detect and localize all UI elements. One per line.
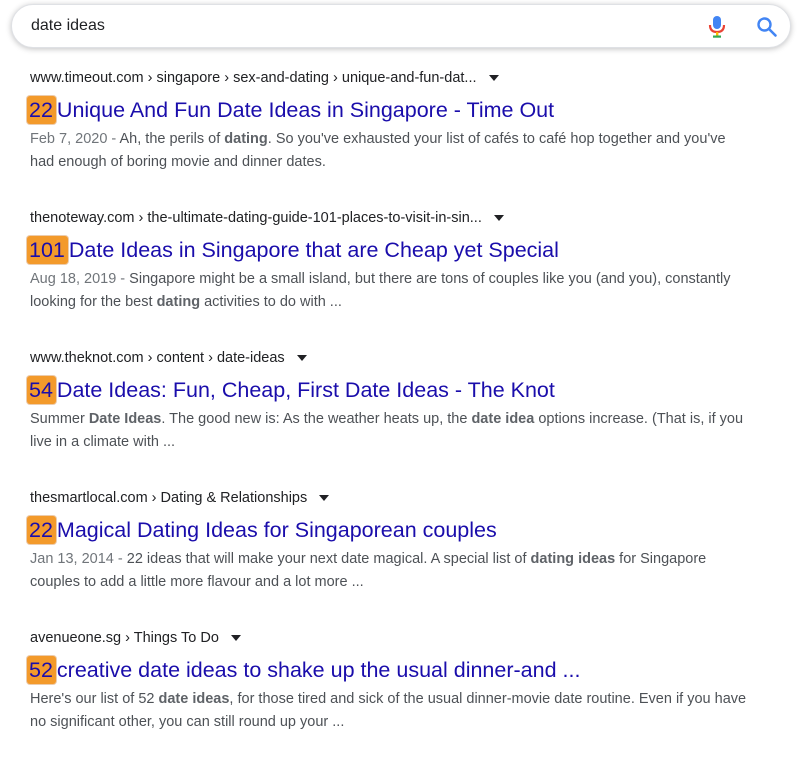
caret-down-icon[interactable] (230, 635, 241, 641)
result-url-text: www.theknot.com › content › date-ideas (30, 350, 285, 366)
result-url-text: avenueone.sg › Things To Do (30, 630, 219, 646)
search-result: www.theknot.com › content › date-ideas 5… (27, 348, 790, 488)
result-title[interactable]: Date Ideas: Fun, Cheap, First Date Ideas… (57, 376, 555, 404)
result-url-text: www.timeout.com › singapore › sex-and-da… (30, 70, 477, 86)
snippet-bold: date ideas (158, 691, 230, 707)
microphone-icon[interactable] (706, 15, 728, 39)
snippet-text: 22 ideas that will make your next date m… (126, 551, 531, 567)
snippet-bold: dating (224, 131, 268, 147)
search-result: www.timeout.com › singapore › sex-and-da… (27, 68, 790, 208)
date-separator: - (113, 551, 127, 567)
result-title-link[interactable]: 101 Date Ideas in Singapore that are Che… (27, 235, 790, 265)
snippet-bold: dating (156, 294, 201, 310)
result-url[interactable]: avenueone.sg › Things To Do (30, 628, 790, 648)
number-highlight: 22 (27, 516, 56, 544)
snippet-text: activities to do with ... (200, 294, 342, 310)
result-title-link[interactable]: 22 Unique And Fun Date Ideas in Singapor… (27, 95, 790, 125)
search-result: thenoteway.com › the-ultimate-dating-gui… (27, 208, 790, 348)
result-url[interactable]: www.timeout.com › singapore › sex-and-da… (30, 68, 790, 88)
result-url[interactable]: www.theknot.com › content › date-ideas (30, 348, 790, 368)
result-snippet: Feb 7, 2020 - Ah, the perils of dating. … (30, 128, 750, 174)
number-highlight: 52 (27, 656, 56, 684)
result-url[interactable]: thenoteway.com › the-ultimate-dating-gui… (30, 208, 790, 228)
result-snippet: Here's our list of 52 date ideas, for th… (30, 688, 750, 734)
search-bar (11, 4, 791, 48)
search-input[interactable] (31, 5, 671, 47)
number-highlight: 22 (27, 96, 56, 124)
snippet-bold: date idea (471, 411, 535, 427)
result-date: Aug 18, 2019 (30, 271, 117, 287)
result-snippet: Aug 18, 2019 - Singapore might be a smal… (30, 268, 750, 314)
snippet-text: Here's our list of 52 (30, 691, 159, 707)
result-title[interactable]: Unique And Fun Date Ideas in Singapore -… (57, 96, 554, 124)
caret-down-icon[interactable] (296, 355, 307, 361)
result-title-link[interactable]: 52 creative date ideas to shake up the u… (27, 655, 790, 685)
result-url-text: thesmartlocal.com › Dating & Relationshi… (30, 490, 308, 506)
search-result: avenueone.sg › Things To Do 52 creative … (27, 628, 790, 768)
search-result: thesmartlocal.com › Dating & Relationshi… (27, 488, 790, 628)
result-title[interactable]: Date Ideas in Singapore that are Cheap y… (69, 236, 559, 264)
date-separator: - (107, 131, 120, 147)
result-snippet: Summer Date Ideas. The good new is: As t… (30, 408, 750, 454)
result-title[interactable]: creative date ideas to shake up the usua… (57, 656, 581, 684)
snippet-text: . The good new is: As the weather heats … (161, 411, 472, 427)
search-icon[interactable] (755, 15, 779, 39)
number-highlight: 101 (27, 236, 68, 264)
result-title-link[interactable]: 54 Date Ideas: Fun, Cheap, First Date Id… (27, 375, 790, 405)
number-highlight: 54 (27, 376, 56, 404)
snippet-bold: Date Ideas (88, 411, 162, 427)
result-snippet: Jan 13, 2014 - 22 ideas that will make y… (30, 548, 750, 594)
result-url[interactable]: thesmartlocal.com › Dating & Relationshi… (30, 488, 790, 508)
caret-down-icon[interactable] (488, 75, 499, 81)
snippet-text: Summer (30, 411, 89, 427)
snippet-bold: dating ideas (530, 551, 616, 567)
search-results: www.timeout.com › singapore › sex-and-da… (27, 68, 790, 768)
snippet-text: Singapore might be a small island, but t… (30, 271, 731, 310)
result-title[interactable]: Magical Dating Ideas for Singaporean cou… (57, 516, 497, 544)
result-url-text: thenoteway.com › the-ultimate-dating-gui… (30, 210, 482, 226)
caret-down-icon[interactable] (493, 215, 504, 221)
result-date: Feb 7, 2020 (30, 131, 108, 147)
snippet-text: Ah, the perils of (119, 131, 225, 147)
date-separator: - (116, 271, 130, 287)
caret-down-icon[interactable] (319, 495, 330, 501)
result-date: Jan 13, 2014 (30, 551, 114, 567)
result-title-link[interactable]: 22 Magical Dating Ideas for Singaporean … (27, 515, 790, 545)
